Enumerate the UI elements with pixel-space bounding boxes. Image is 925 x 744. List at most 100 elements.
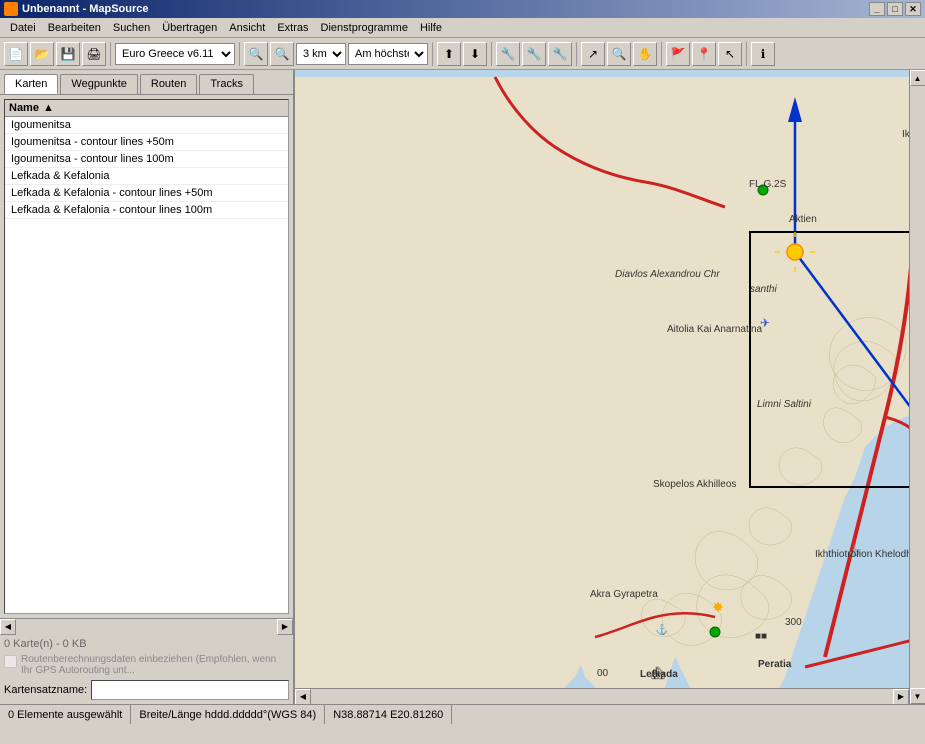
svg-text:✸: ✸ bbox=[712, 599, 724, 615]
flag-btn[interactable]: 🚩 bbox=[666, 42, 690, 66]
vscroll-track[interactable] bbox=[910, 86, 925, 688]
pan-btn[interactable]: ✋ bbox=[633, 42, 657, 66]
left-hscrollbar: ◀ ▶ bbox=[0, 618, 293, 634]
arrow-btn[interactable]: ↖ bbox=[718, 42, 742, 66]
tab-karten[interactable]: Karten bbox=[4, 74, 58, 94]
svg-text:Limni Saltini: Limni Saltini bbox=[757, 399, 812, 410]
svg-text:Skopelos Akhilleos: Skopelos Akhilleos bbox=[653, 479, 736, 490]
waypoint-btn[interactable]: 📍 bbox=[692, 42, 716, 66]
scroll-left-button[interactable]: ◀ bbox=[0, 619, 16, 635]
menu-suchen[interactable]: Suchen bbox=[107, 20, 156, 36]
menu-bearbeiten[interactable]: Bearbeiten bbox=[42, 20, 107, 36]
map-list: Name ▲ Igoumenitsa Igoumenitsa - contour… bbox=[4, 99, 289, 614]
hscroll-track[interactable] bbox=[311, 689, 893, 705]
menu-ubertragen[interactable]: Übertragen bbox=[156, 20, 223, 36]
list-item[interactable]: Lefkada & Kefalonia - contour lines 100m bbox=[5, 202, 288, 219]
map-svg: E55 ✸ ✸ bbox=[295, 70, 925, 704]
detail-dropdown[interactable]: Am höchste bbox=[348, 43, 428, 65]
zoom-out-button[interactable]: 🔍 bbox=[270, 42, 294, 66]
minimize-button[interactable]: _ bbox=[869, 2, 885, 16]
map-area[interactable]: E55 ✸ ✸ bbox=[295, 70, 925, 704]
kartensatz-label: Kartensatzname: bbox=[4, 684, 87, 696]
statusbar: 0 Elemente ausgewählt Breite/Länge hddd.… bbox=[0, 704, 925, 724]
list-header-name: Name bbox=[9, 102, 39, 114]
list-item[interactable]: Igoumenitsa - contour lines +50m bbox=[5, 134, 288, 151]
separator-5 bbox=[576, 42, 577, 66]
svg-text:00: 00 bbox=[597, 668, 609, 679]
tab-tracks[interactable]: Tracks bbox=[199, 74, 254, 94]
elements-text: 0 Elemente ausgewählt bbox=[8, 709, 122, 721]
tab-wegpunkte[interactable]: Wegpunkte bbox=[60, 74, 137, 94]
list-item[interactable]: Lefkada & Kefalonia - contour lines +50m bbox=[5, 185, 288, 202]
main-content: Karten Wegpunkte Routen Tracks Name ▲ Ig… bbox=[0, 70, 925, 704]
route-btn[interactable]: ↗ bbox=[581, 42, 605, 66]
sort-icon: ▲ bbox=[43, 102, 54, 114]
map-scroll-right[interactable]: ▶ bbox=[893, 689, 909, 705]
svg-text:⚓: ⚓ bbox=[656, 623, 668, 636]
scale-dropdown[interactable]: 3 km bbox=[296, 43, 346, 65]
map-count: 0 Karte(n) - 0 KB bbox=[4, 638, 289, 650]
info-btn[interactable]: ℹ bbox=[751, 42, 775, 66]
save-button[interactable]: 💾 bbox=[56, 42, 80, 66]
separator-2 bbox=[239, 42, 240, 66]
scroll-down-button[interactable]: ▼ bbox=[910, 688, 925, 704]
titlebar: Unbenannt - MapSource _ □ ✕ bbox=[0, 0, 925, 18]
app-icon bbox=[4, 2, 18, 16]
scroll-right-button[interactable]: ▶ bbox=[277, 619, 293, 635]
status-elements: 0 Elemente ausgewählt bbox=[0, 705, 131, 724]
download-button[interactable]: ⬇ bbox=[463, 42, 487, 66]
menu-extras[interactable]: Extras bbox=[271, 20, 314, 36]
upload-button[interactable]: ⬆ bbox=[437, 42, 461, 66]
svg-text:300: 300 bbox=[785, 617, 802, 628]
close-button[interactable]: ✕ bbox=[905, 2, 921, 16]
svg-text:FL.G.2S: FL.G.2S bbox=[749, 179, 787, 190]
svg-text:Diavlos Alexandrou Chr: Diavlos Alexandrou Chr bbox=[615, 269, 720, 280]
scroll-up-button[interactable]: ▲ bbox=[910, 70, 925, 86]
device-btn3[interactable]: 🔧 bbox=[548, 42, 572, 66]
device-btn2[interactable]: 🔧 bbox=[522, 42, 546, 66]
svg-text:■■: ■■ bbox=[755, 631, 767, 642]
svg-text:Aktien: Aktien bbox=[789, 214, 817, 225]
window-controls: _ □ ✕ bbox=[869, 2, 921, 16]
tab-bar: Karten Wegpunkte Routen Tracks bbox=[0, 70, 293, 95]
svg-text:Peratia: Peratia bbox=[758, 659, 792, 670]
routing-checkbox[interactable] bbox=[4, 655, 17, 668]
separator-1 bbox=[110, 42, 111, 66]
separator-3 bbox=[432, 42, 433, 66]
svg-text:Akra Gyrapetra: Akra Gyrapetra bbox=[590, 589, 658, 600]
scroll-track[interactable] bbox=[16, 619, 277, 635]
open-button[interactable]: 📂 bbox=[30, 42, 54, 66]
menu-datei[interactable]: Datei bbox=[4, 20, 42, 36]
list-item[interactable]: Lefkada & Kefalonia bbox=[5, 168, 288, 185]
svg-text:Aitolia Kai Anarnatina: Aitolia Kai Anarnatina bbox=[667, 324, 763, 335]
maximize-button[interactable]: □ bbox=[887, 2, 903, 16]
tab-routen[interactable]: Routen bbox=[140, 74, 197, 94]
position-text: N38.88714 E20.81260 bbox=[333, 709, 443, 721]
map-scroll-left[interactable]: ◀ bbox=[295, 689, 311, 705]
svg-text:santhi: santhi bbox=[750, 284, 777, 295]
kartensatz-row: Kartensatzname: bbox=[4, 680, 289, 700]
map-hscrollbar: ◀ ▶ bbox=[295, 688, 909, 704]
list-item[interactable]: Igoumenitsa bbox=[5, 117, 288, 134]
kartensatz-input[interactable] bbox=[91, 680, 289, 700]
list-item[interactable]: Igoumenitsa - contour lines 100m bbox=[5, 151, 288, 168]
new-button[interactable]: 📄 bbox=[4, 42, 28, 66]
map-dropdown[interactable]: Euro Greece v6.11 bbox=[115, 43, 235, 65]
toolbar: 📄 📂 💾 🖨 Euro Greece v6.11 🔍 🔍 3 km Am hö… bbox=[0, 38, 925, 70]
list-header[interactable]: Name ▲ bbox=[5, 100, 288, 117]
svg-text:Lefkada: Lefkada bbox=[640, 669, 678, 680]
map-vscrollbar: ▲ ▼ bbox=[909, 70, 925, 704]
device-btn1[interactable]: 🔧 bbox=[496, 42, 520, 66]
left-footer: 0 Karte(n) - 0 KB Routenberechnungsdaten… bbox=[0, 634, 293, 704]
left-panel: Karten Wegpunkte Routen Tracks Name ▲ Ig… bbox=[0, 70, 295, 704]
menu-ansicht[interactable]: Ansicht bbox=[223, 20, 271, 36]
menu-hilfe[interactable]: Hilfe bbox=[414, 20, 448, 36]
print-button[interactable]: 🖨 bbox=[82, 42, 106, 66]
menubar: Datei Bearbeiten Suchen Übertragen Ansic… bbox=[0, 18, 925, 38]
search-btn[interactable]: 🔍 bbox=[607, 42, 631, 66]
app-title: Unbenannt - MapSource bbox=[22, 3, 149, 15]
menu-dienstprogramme[interactable]: Dienstprogramme bbox=[315, 20, 414, 36]
routing-label: Routenberechnungsdaten einbeziehen (Empf… bbox=[21, 654, 289, 676]
zoom-in-button[interactable]: 🔍 bbox=[244, 42, 268, 66]
status-coordinates: Breite/Länge hddd.ddddd°(WGS 84) bbox=[131, 705, 325, 724]
